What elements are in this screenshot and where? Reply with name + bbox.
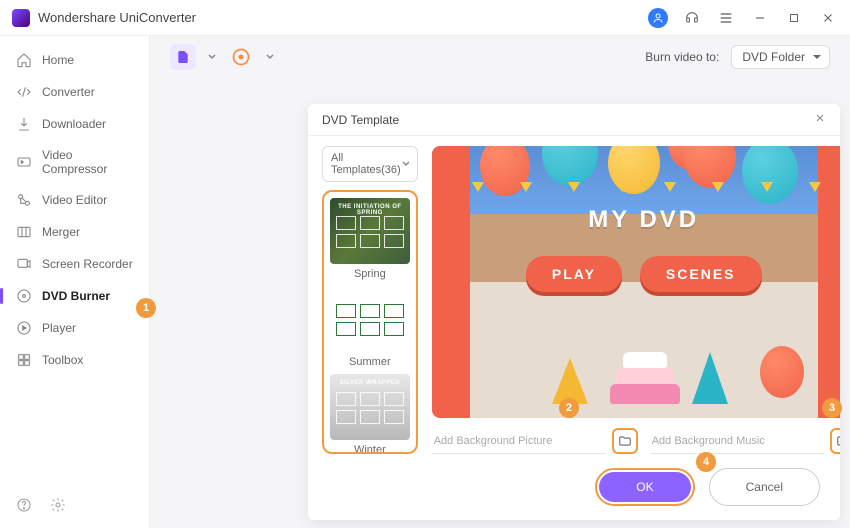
cancel-button[interactable]: Cancel xyxy=(709,468,820,506)
sidebar-item-label: Converter xyxy=(42,85,95,99)
burner-tab-icon[interactable] xyxy=(170,44,196,70)
chevron-down-icon[interactable] xyxy=(266,53,274,61)
dvd-icon xyxy=(16,288,32,304)
bg-picture-row xyxy=(432,428,638,454)
settings-icon[interactable] xyxy=(50,497,66,518)
burn-target-select[interactable]: DVD Folder xyxy=(731,45,830,69)
template-list: THE INITIATION OF SPRINGSpringTREES BRAN… xyxy=(322,190,418,454)
callout-4: 4 xyxy=(696,452,716,472)
bg-music-row xyxy=(650,428,840,454)
sidebar-item-download[interactable]: Downloader xyxy=(0,108,149,140)
disc-tab-icon[interactable] xyxy=(228,44,254,70)
bg-picture-browse-button[interactable] xyxy=(612,428,638,454)
ok-highlight: OK xyxy=(595,468,694,506)
toolbox-icon xyxy=(16,352,32,368)
converter-icon xyxy=(16,84,32,100)
title-bar: Wondershare UniConverter xyxy=(0,0,850,36)
menu-icon[interactable] xyxy=(716,8,736,28)
template-item[interactable]: SILVER WRAPPEDWinter xyxy=(330,374,410,454)
merger-icon xyxy=(16,224,32,240)
template-filter-select[interactable]: All Templates(36) xyxy=(322,146,418,182)
app-name: Wondershare UniConverter xyxy=(38,10,648,25)
support-icon[interactable] xyxy=(682,8,702,28)
sidebar-item-label: Merger xyxy=(42,225,80,239)
sidebar-item-recorder[interactable]: Screen Recorder xyxy=(0,248,149,280)
sidebar-item-toolbox[interactable]: Toolbox xyxy=(0,344,149,376)
player-icon xyxy=(16,320,32,336)
chevron-down-icon[interactable] xyxy=(208,53,216,61)
sidebar-item-label: Downloader xyxy=(42,117,106,131)
account-icon[interactable] xyxy=(648,8,668,28)
maximize-icon[interactable] xyxy=(784,8,804,28)
minimize-icon[interactable] xyxy=(750,8,770,28)
dialog-close-icon[interactable] xyxy=(814,112,826,127)
bg-music-browse-button[interactable] xyxy=(830,428,840,454)
template-label: Winter xyxy=(330,444,410,454)
close-icon[interactable] xyxy=(818,8,838,28)
burn-to-label: Burn video to: xyxy=(645,50,719,64)
sidebar-item-editor[interactable]: Video Editor xyxy=(0,184,149,216)
template-preview: MY DVD PLAY SCENES xyxy=(432,146,840,418)
ok-button[interactable]: OK xyxy=(599,472,690,502)
dvd-play-button[interactable]: PLAY xyxy=(526,256,622,292)
template-label: Spring xyxy=(330,268,410,280)
editor-icon xyxy=(16,192,32,208)
sidebar-item-label: Player xyxy=(42,321,76,335)
compress-icon xyxy=(16,154,32,170)
bg-picture-input[interactable] xyxy=(432,429,606,454)
sidebar-item-label: Home xyxy=(42,53,74,67)
sidebar-item-converter[interactable]: Converter xyxy=(0,76,149,108)
sidebar-item-label: Toolbox xyxy=(42,353,83,367)
sidebar-item-compress[interactable]: Video Compressor xyxy=(0,140,149,184)
sidebar-item-merger[interactable]: Merger xyxy=(0,216,149,248)
callout-2: 2 xyxy=(559,398,579,418)
callout-1: 1 xyxy=(136,298,156,318)
sidebar-item-label: DVD Burner xyxy=(42,289,110,303)
home-icon xyxy=(16,52,32,68)
template-item[interactable]: TREES BRANCHESSummer xyxy=(330,286,410,368)
toolbar: Burn video to: DVD Folder xyxy=(150,36,850,78)
template-label: Summer xyxy=(330,356,410,368)
sidebar-item-home[interactable]: Home xyxy=(0,44,149,76)
template-filter-label: All Templates(36) xyxy=(331,152,402,176)
callout-3: 3 xyxy=(822,398,842,418)
sidebar-item-label: Video Compressor xyxy=(42,148,133,176)
dvd-title: MY DVD xyxy=(432,206,840,234)
download-icon xyxy=(16,116,32,132)
sidebar-item-label: Video Editor xyxy=(42,193,107,207)
sidebar-item-dvd[interactable]: DVD Burner xyxy=(0,280,149,312)
dialog-title: DVD Template xyxy=(322,113,399,127)
dvd-scenes-button[interactable]: SCENES xyxy=(640,256,762,292)
app-logo xyxy=(12,9,30,27)
bg-music-input[interactable] xyxy=(650,429,824,454)
dvd-template-dialog: DVD Template All Templates(36) THE INITI… xyxy=(308,104,840,520)
recorder-icon xyxy=(16,256,32,272)
sidebar: Home Converter Downloader Video Compressor V… xyxy=(0,36,150,528)
chevron-down-icon xyxy=(402,160,409,168)
help-icon[interactable] xyxy=(16,497,32,518)
sidebar-item-player[interactable]: Player xyxy=(0,312,149,344)
sidebar-item-label: Screen Recorder xyxy=(42,257,133,271)
template-item[interactable]: THE INITIATION OF SPRINGSpring xyxy=(330,198,410,280)
